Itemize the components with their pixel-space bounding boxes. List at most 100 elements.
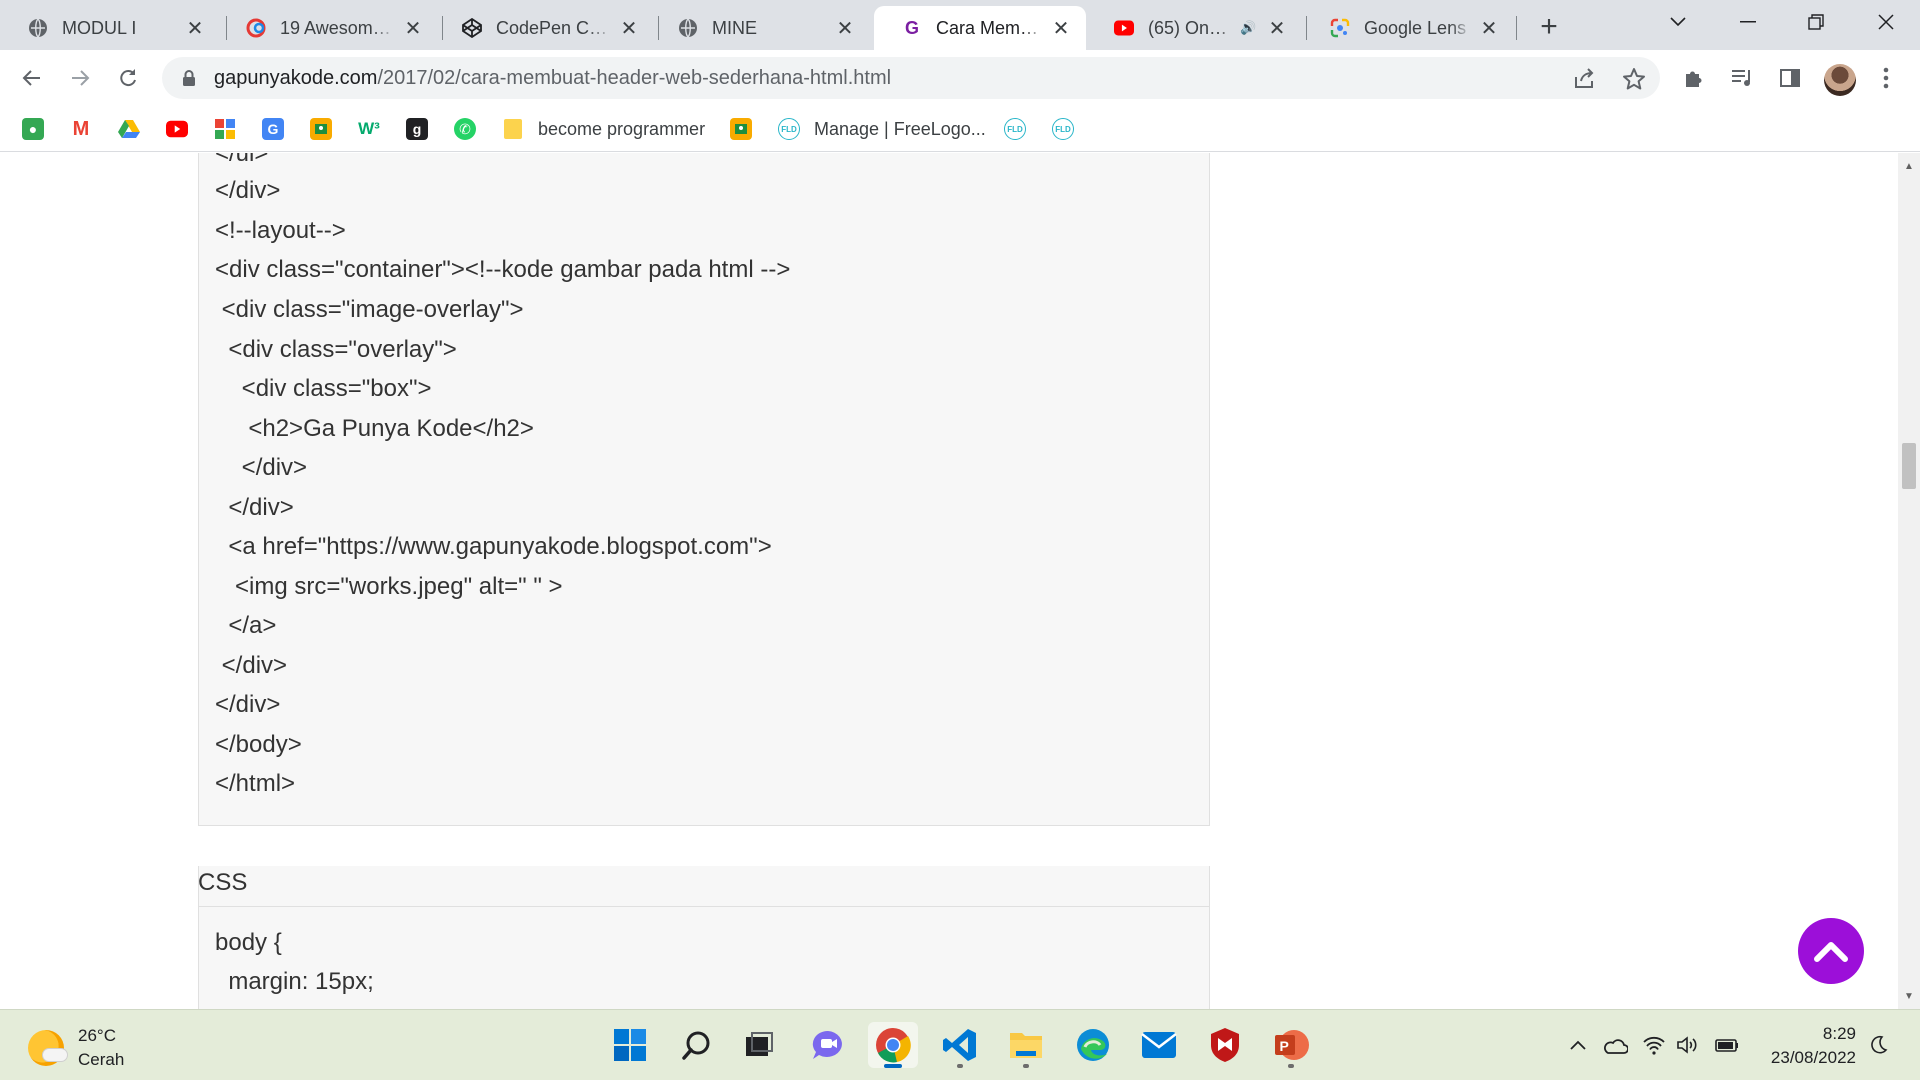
side-panel-icon[interactable] bbox=[1776, 64, 1804, 92]
close-icon[interactable]: ✕ bbox=[618, 17, 640, 40]
bookmark-g-square[interactable]: g bbox=[406, 116, 428, 142]
extensions-icon[interactable] bbox=[1680, 64, 1708, 92]
folder-icon bbox=[502, 118, 524, 140]
back-button[interactable] bbox=[14, 60, 50, 96]
youtube-icon bbox=[166, 118, 188, 140]
weather-widget[interactable]: 26°C Cerah bbox=[28, 1024, 124, 1072]
reload-button[interactable] bbox=[110, 60, 146, 96]
new-tab-button[interactable]: + bbox=[1532, 10, 1566, 44]
tab-title: Google Lens bbox=[1364, 17, 1467, 38]
tab-mine[interactable]: MINE ✕ bbox=[650, 6, 870, 50]
close-window-button[interactable] bbox=[1858, 0, 1914, 44]
tab-youtube[interactable]: (65) One K 🔊 ✕ bbox=[1086, 6, 1302, 50]
code-line: <a href="https://www.gapunyakode.blogspo… bbox=[215, 533, 772, 560]
bookmark-translate[interactable]: G bbox=[262, 116, 284, 142]
code-line: </a> bbox=[215, 612, 277, 639]
close-icon[interactable]: ✕ bbox=[1050, 17, 1072, 40]
close-icon[interactable]: ✕ bbox=[184, 17, 206, 40]
tab-codepen[interactable]: CodePen Chall ✕ bbox=[434, 6, 654, 50]
search-icon[interactable] bbox=[672, 1022, 722, 1068]
battery-icon[interactable] bbox=[1712, 1030, 1742, 1060]
share-icon[interactable] bbox=[1572, 67, 1596, 91]
codepen-icon bbox=[462, 18, 482, 38]
running-indicator bbox=[1288, 1064, 1294, 1068]
bookmark-whatsapp[interactable]: ✆ bbox=[454, 116, 476, 142]
edge-icon[interactable] bbox=[1068, 1022, 1118, 1068]
windows-start-icon[interactable] bbox=[605, 1022, 655, 1068]
tab-google-lens[interactable]: Google Lens ✕ bbox=[1302, 6, 1514, 50]
bookmark-classroom-2[interactable] bbox=[730, 116, 752, 142]
close-icon[interactable]: ✕ bbox=[1266, 17, 1288, 40]
teams-chat-icon[interactable] bbox=[803, 1022, 853, 1068]
onedrive-cloud-icon[interactable] bbox=[1600, 1030, 1630, 1060]
minimize-button[interactable] bbox=[1720, 0, 1776, 44]
tab-title: MODUL I bbox=[62, 17, 137, 38]
back-to-top-button[interactable] bbox=[1798, 918, 1864, 984]
bookmark-classroom[interactable] bbox=[310, 116, 332, 142]
code-line: </div> bbox=[215, 177, 281, 204]
bookmark-drive[interactable] bbox=[118, 116, 140, 142]
active-indicator bbox=[884, 1064, 902, 1068]
weather-temperature: 26°C bbox=[78, 1026, 116, 1045]
wifi-icon[interactable] bbox=[1640, 1030, 1668, 1060]
scrollbar-thumb[interactable] bbox=[1902, 443, 1916, 489]
menu-kebab-icon[interactable] bbox=[1872, 64, 1900, 92]
close-icon[interactable]: ✕ bbox=[402, 17, 424, 40]
gapunyakode-icon: G bbox=[904, 17, 919, 38]
bookmark-freelogo-manage[interactable]: FLD Manage | FreeLogo... bbox=[778, 116, 986, 142]
url-text[interactable]: gapunyakode.com/2017/02/cara-membuat-hea… bbox=[214, 67, 891, 90]
bookmark-freelogo-2[interactable]: FLD bbox=[1004, 116, 1026, 142]
weather-description: Cerah bbox=[78, 1050, 125, 1069]
profile-avatar[interactable] bbox=[1824, 64, 1856, 96]
bookmark-freelogo-3[interactable]: FLD bbox=[1052, 116, 1074, 142]
chrome-icon[interactable] bbox=[868, 1022, 918, 1068]
speaker-icon[interactable]: 🔊 bbox=[1240, 20, 1260, 36]
tab-search-button[interactable] bbox=[1650, 0, 1706, 44]
lock-icon[interactable] bbox=[180, 69, 198, 87]
google-drive-icon bbox=[118, 118, 140, 140]
mcafee-icon[interactable] bbox=[1200, 1022, 1250, 1068]
task-view-icon[interactable] bbox=[734, 1022, 784, 1068]
code-block-spacer bbox=[198, 826, 1210, 866]
bookmark-w3schools[interactable]: W³ bbox=[358, 116, 380, 142]
code-line: </div> bbox=[215, 494, 294, 521]
volume-icon[interactable] bbox=[1674, 1030, 1700, 1060]
google-translate-icon: G bbox=[262, 118, 284, 140]
notification-moon-icon[interactable] bbox=[1866, 1030, 1892, 1060]
scroll-up-arrow[interactable]: ▲ bbox=[1903, 161, 1915, 173]
bookmark-gmail[interactable]: M bbox=[70, 116, 92, 142]
scroll-down-arrow[interactable]: ▼ bbox=[1903, 991, 1915, 1003]
google-classroom-icon bbox=[310, 118, 332, 140]
forward-button[interactable] bbox=[62, 60, 98, 96]
code-line: </div> bbox=[215, 652, 288, 679]
bookmark-star-icon[interactable] bbox=[1622, 67, 1646, 91]
media-control-icon[interactable] bbox=[1728, 64, 1756, 92]
show-hidden-icons-chevron-icon[interactable] bbox=[1566, 1030, 1590, 1060]
bookmark-become-programmer[interactable]: become programmer bbox=[502, 116, 705, 142]
bookmark-youtube[interactable] bbox=[166, 116, 188, 142]
system-clock[interactable]: 8:29 23/08/2022 bbox=[1752, 1022, 1856, 1070]
clock-time: 8:29 bbox=[1822, 1024, 1856, 1043]
bookmark-label: become programmer bbox=[538, 118, 706, 139]
code-line: </html> bbox=[215, 770, 296, 797]
google-classroom-icon bbox=[730, 118, 752, 140]
mail-icon[interactable] bbox=[1134, 1022, 1184, 1068]
close-icon[interactable]: ✕ bbox=[834, 17, 856, 40]
page-scrollbar[interactable]: ▲ ▼ bbox=[1898, 153, 1920, 1009]
vscode-icon[interactable] bbox=[935, 1022, 985, 1068]
file-explorer-icon[interactable] bbox=[1001, 1022, 1051, 1068]
bookmark-maps[interactable]: ● bbox=[22, 116, 44, 142]
address-bar[interactable]: gapunyakode.com/2017/02/cara-membuat-hea… bbox=[162, 57, 1660, 99]
svg-text:P: P bbox=[1280, 1038, 1289, 1054]
tab-awesome[interactable]: 19 Awesome N ✕ bbox=[218, 6, 438, 50]
code-line: <h2>Ga Punya Kode</h2> bbox=[215, 415, 534, 442]
tab-modul[interactable]: MODUL I ✕ bbox=[0, 6, 220, 50]
bookmark-google-apps[interactable] bbox=[214, 116, 236, 142]
close-icon[interactable]: ✕ bbox=[1478, 17, 1500, 40]
url-host: gapunyakode.com bbox=[214, 66, 378, 89]
powerpoint-icon[interactable]: P bbox=[1266, 1022, 1316, 1068]
restore-button[interactable] bbox=[1788, 0, 1844, 44]
tab-cara-membuat[interactable]: G Cara Membuat ✕ bbox=[874, 6, 1086, 50]
running-indicator bbox=[957, 1064, 963, 1068]
chevron-up-icon bbox=[1814, 942, 1848, 962]
